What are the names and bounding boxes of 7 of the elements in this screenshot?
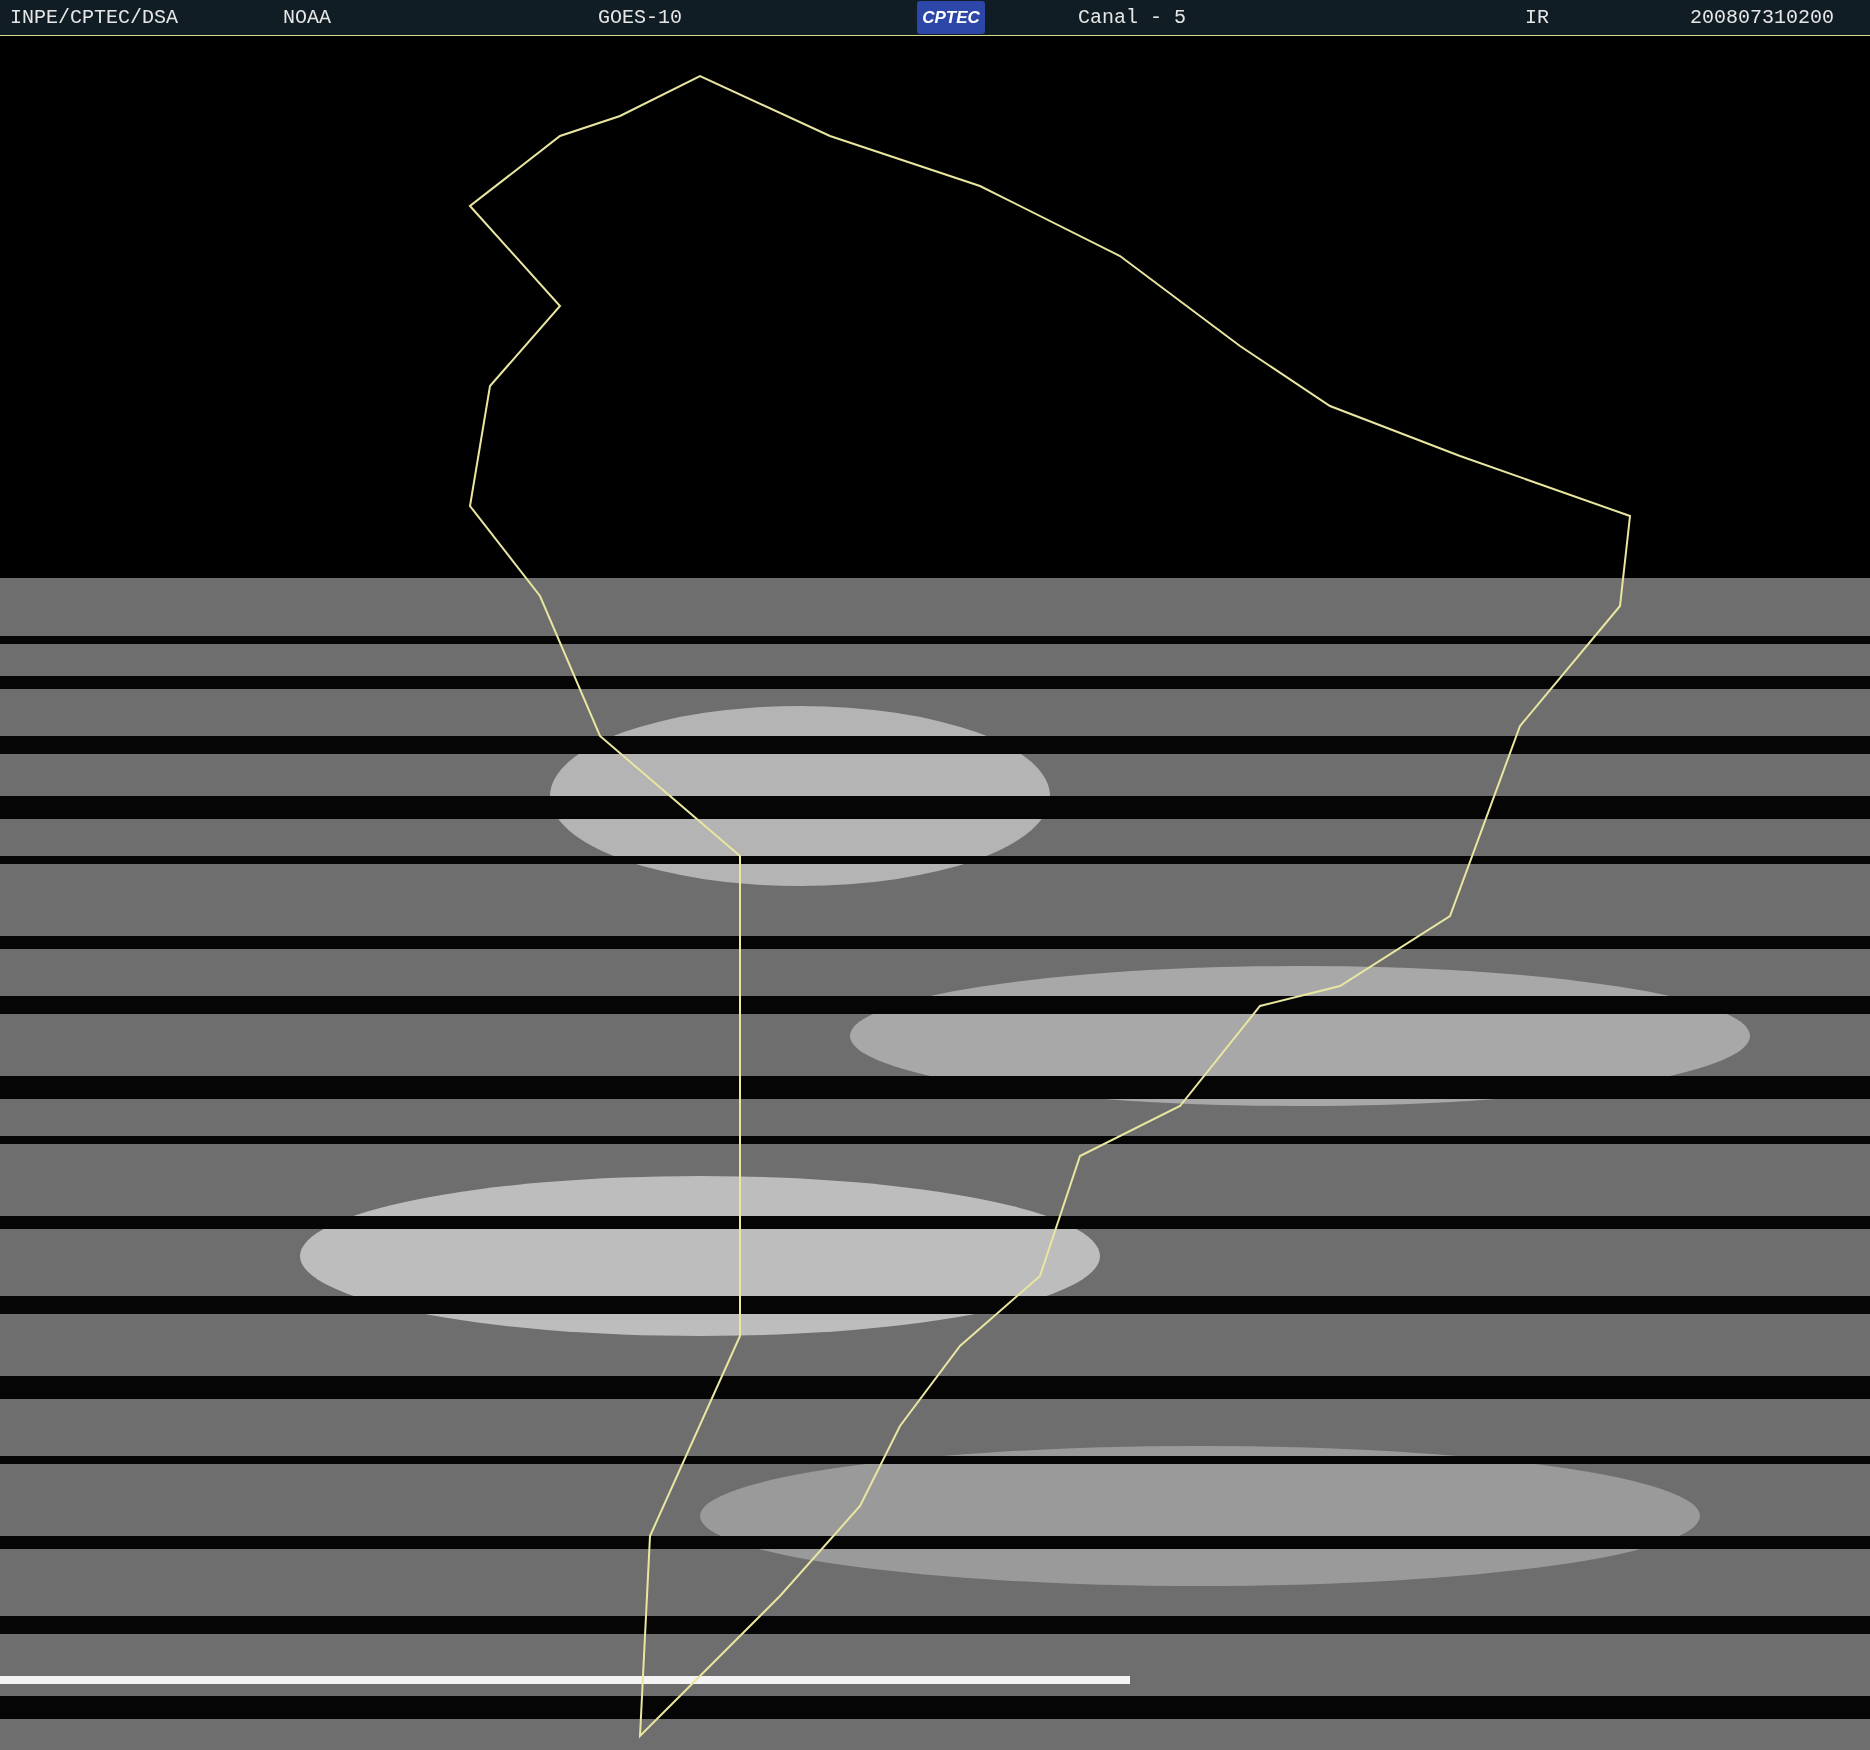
header-label: 200807310200 xyxy=(1690,6,1835,30)
header-label: Canal - 5 xyxy=(1078,6,1187,30)
logo: CPTEC xyxy=(917,1,985,34)
header-label: NOAA xyxy=(283,6,331,30)
header-label: INPE/CPTEC/DSA xyxy=(10,6,179,30)
header-label: IR xyxy=(1525,6,1549,30)
header-label: GOES-10 xyxy=(598,6,682,30)
